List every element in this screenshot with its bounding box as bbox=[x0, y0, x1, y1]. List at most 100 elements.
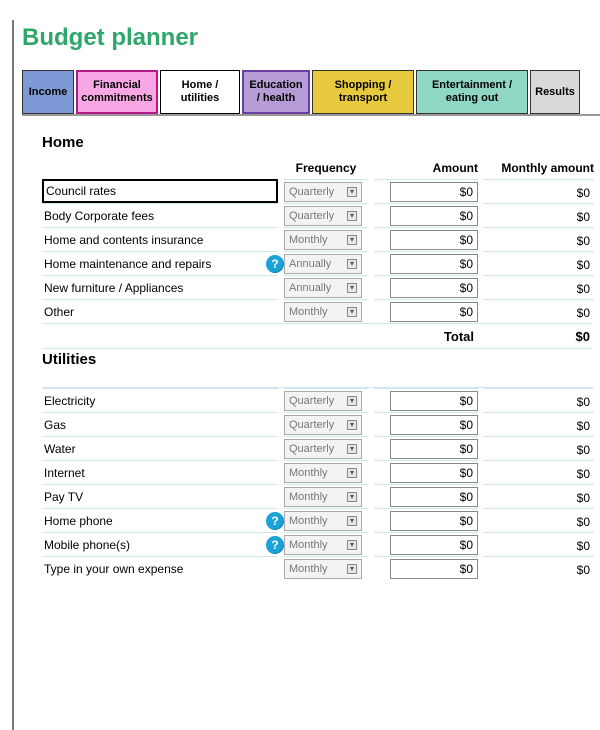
amount-input[interactable]: $0 bbox=[390, 535, 478, 555]
frequency-value: Quarterly bbox=[289, 419, 334, 431]
frequency-cell: Monthly▾ bbox=[284, 556, 368, 580]
frequency-cell: Quarterly▾ bbox=[284, 388, 368, 412]
frequency-cell: Monthly▾ bbox=[284, 484, 368, 508]
amount-input[interactable]: $0 bbox=[390, 391, 478, 411]
frequency-select[interactable]: Monthly▾ bbox=[284, 463, 362, 483]
table-row: Electricity Quarterly▾ $0 $0 bbox=[42, 388, 592, 412]
help-icon[interactable]: ? bbox=[266, 536, 284, 554]
amount-input[interactable]: $0 bbox=[390, 302, 478, 322]
frequency-select[interactable]: Monthly▾ bbox=[284, 230, 362, 250]
amount-input[interactable]: $0 bbox=[390, 254, 478, 274]
monthly-amount: $0 bbox=[484, 275, 594, 299]
row-label: Water bbox=[42, 436, 278, 460]
row-label: Mobile phone(s)? bbox=[42, 532, 278, 556]
frequency-select[interactable]: Monthly▾ bbox=[284, 535, 362, 555]
amount-cell: $0 bbox=[374, 299, 478, 323]
row-label: Other bbox=[42, 299, 278, 323]
amount-input[interactable]: $0 bbox=[390, 463, 478, 483]
frequency-select[interactable]: Annually▾ bbox=[284, 254, 362, 274]
chevron-down-icon: ▾ bbox=[347, 187, 357, 197]
frequency-select[interactable]: Monthly▾ bbox=[284, 487, 362, 507]
help-icon[interactable]: ? bbox=[266, 512, 284, 530]
table-row: Type in your own expenseMonthly▾$0$0 bbox=[42, 556, 592, 580]
table-row: Council ratesQuarterly▾$0$0 bbox=[42, 179, 592, 203]
help-icon[interactable]: ? bbox=[266, 255, 284, 273]
chevron-down-icon: ▾ bbox=[347, 540, 357, 550]
tab-education[interactable]: Education / health bbox=[242, 70, 310, 114]
row-label: New furniture / Appliances bbox=[42, 275, 278, 299]
table-row: InternetMonthly▾$0$0 bbox=[42, 460, 592, 484]
column-header-monthly: Monthly amount bbox=[484, 157, 594, 179]
table-row: OtherMonthly▾$0$0 bbox=[42, 299, 592, 323]
frequency-select[interactable]: Quarterly ▾ bbox=[284, 182, 362, 202]
monthly-amount: $0 bbox=[484, 388, 594, 412]
chevron-down-icon: ▾ bbox=[347, 396, 357, 406]
table-row: Mobile phone(s)?Monthly▾$0$0 bbox=[42, 532, 592, 556]
tab-financial[interactable]: Financial commitments bbox=[76, 70, 158, 114]
monthly-amount: $0 bbox=[484, 508, 594, 532]
amount-input[interactable]: $0 bbox=[390, 278, 478, 298]
frequency-cell: Annually▾ bbox=[284, 251, 368, 275]
frequency-cell: Monthly▾ bbox=[284, 508, 368, 532]
table-row: WaterQuarterly▾$0$0 bbox=[42, 436, 592, 460]
frequency-select[interactable]: Quarterly ▾ bbox=[284, 439, 362, 459]
home-grid: Frequency Amount Monthly amount bbox=[42, 157, 592, 179]
monthly-amount: $0 bbox=[484, 251, 594, 275]
chevron-down-icon: ▾ bbox=[347, 283, 357, 293]
chevron-down-icon: ▾ bbox=[347, 259, 357, 269]
table-row: Home phone? Monthly▾ $0 $0 bbox=[42, 508, 592, 532]
amount-cell: $0 bbox=[374, 388, 478, 412]
frequency-value: Quarterly bbox=[289, 443, 334, 455]
row-label: Body Corporate fees bbox=[42, 203, 278, 227]
frequency-value: Quarterly bbox=[289, 186, 334, 198]
tab-entertainment[interactable]: Entertainment / eating out bbox=[416, 70, 528, 114]
row-label: Pay TV bbox=[42, 484, 278, 508]
amount-input[interactable]: $0 bbox=[390, 182, 478, 202]
frequency-cell: Quarterly ▾ bbox=[284, 412, 368, 436]
home-total-row: Total $0 bbox=[42, 323, 592, 349]
amount-input[interactable]: $0 bbox=[390, 511, 478, 531]
frequency-value: Monthly bbox=[289, 491, 328, 503]
amount-cell: $0 bbox=[374, 275, 478, 299]
amount-input[interactable]: $0 bbox=[390, 439, 478, 459]
tab-home-utilities[interactable]: Home / utilities bbox=[160, 70, 240, 114]
spacer bbox=[42, 374, 592, 388]
frequency-select[interactable]: Quarterly ▾ bbox=[284, 415, 362, 435]
frequency-select[interactable]: Monthly▾ bbox=[284, 302, 362, 322]
chevron-down-icon: ▾ bbox=[347, 468, 357, 478]
amount-cell: $0 bbox=[374, 203, 478, 227]
amount-input[interactable]: $0 bbox=[390, 415, 478, 435]
chevron-down-icon: ▾ bbox=[347, 211, 357, 221]
table-row: GasQuarterly▾$0$0 bbox=[42, 412, 592, 436]
frequency-select[interactable]: Monthly▾ bbox=[284, 559, 362, 579]
tab-income[interactable]: Income bbox=[22, 70, 74, 114]
table-row: Body Corporate feesQuarterly▾$0$0 bbox=[42, 203, 592, 227]
amount-cell: $0 bbox=[374, 460, 478, 484]
section-title-home: Home bbox=[42, 134, 592, 151]
frequency-select[interactable]: Quarterly▾ bbox=[284, 206, 362, 226]
monthly-amount: $0 bbox=[484, 556, 594, 580]
monthly-amount: $0 bbox=[484, 484, 594, 508]
tab-results[interactable]: Results bbox=[530, 70, 580, 114]
tab-bar: Income Financial commitments Home / util… bbox=[22, 70, 600, 116]
amount-input[interactable]: $0 bbox=[390, 230, 478, 250]
monthly-amount: $0 bbox=[484, 412, 594, 436]
table-row: Pay TV Monthly▾ $0 $0 bbox=[42, 484, 592, 508]
frequency-cell: Quarterly▾ bbox=[284, 203, 368, 227]
frequency-select[interactable]: Annually▾ bbox=[284, 278, 362, 298]
amount-cell: $0 bbox=[374, 179, 478, 203]
amount-input[interactable]: $0 bbox=[390, 559, 478, 579]
tab-shopping[interactable]: Shopping / transport bbox=[312, 70, 414, 114]
chevron-down-icon: ▾ bbox=[347, 444, 357, 454]
amount-cell: $0 bbox=[374, 556, 478, 580]
column-header-frequency: Frequency bbox=[284, 157, 368, 179]
frequency-select[interactable]: Monthly▾ bbox=[284, 511, 362, 531]
row-label: Home phone? bbox=[42, 508, 278, 532]
amount-input[interactable]: $0 bbox=[390, 487, 478, 507]
frequency-select[interactable]: Quarterly▾ bbox=[284, 391, 362, 411]
section-title-utilities: Utilities bbox=[42, 351, 592, 368]
monthly-amount: $0 bbox=[484, 227, 594, 251]
amount-input[interactable]: $0 bbox=[390, 206, 478, 226]
chevron-down-icon: ▾ bbox=[347, 420, 357, 430]
row-label: Electricity bbox=[42, 388, 278, 412]
